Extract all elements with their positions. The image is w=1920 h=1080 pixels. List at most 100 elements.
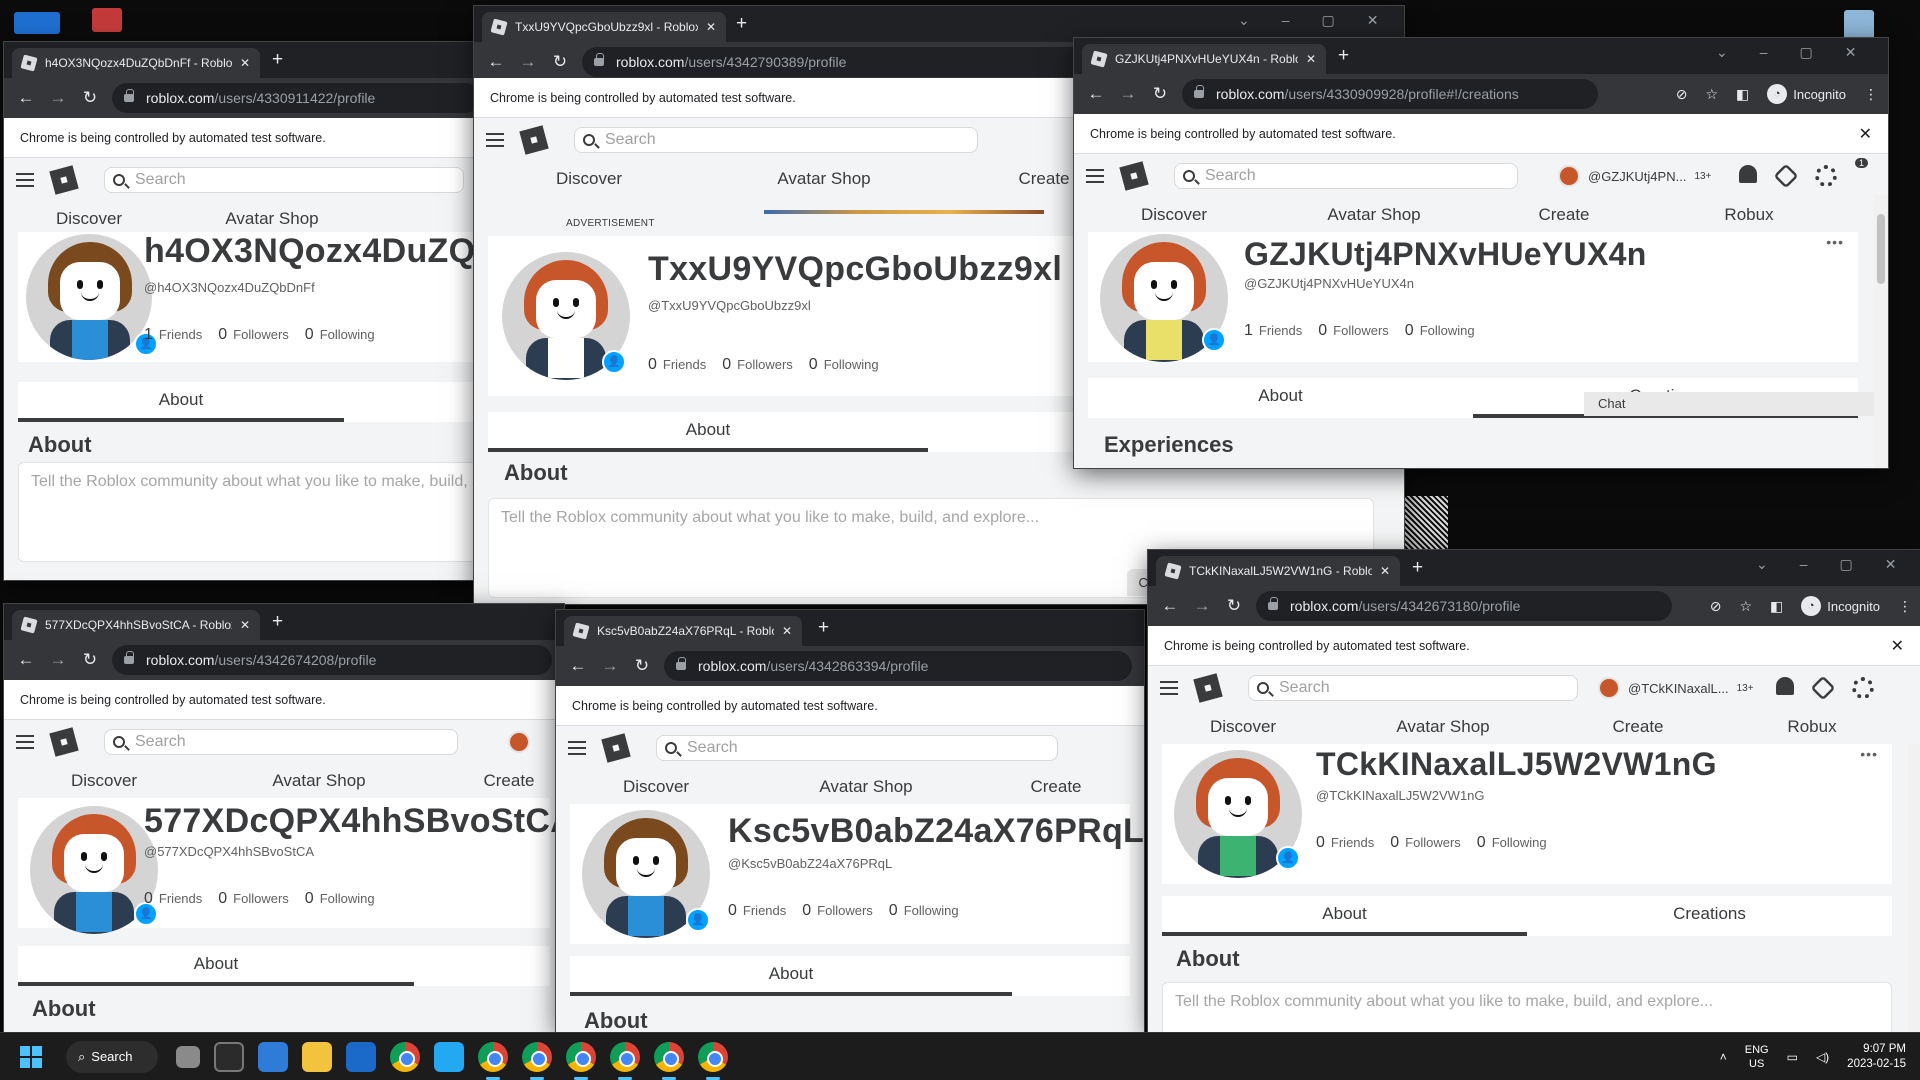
following-stat[interactable]: 0 Following — [1405, 322, 1475, 340]
browser-tab[interactable]: GZJKUtj4PNXvHUeYUX4n - Roblox ✕ — [1082, 44, 1326, 74]
nav-avatar-shop[interactable]: Avatar Shop — [1274, 198, 1474, 232]
browser-tab[interactable]: Ksc5vB0abZ24aX76PRqL - Roblox ✕ — [564, 616, 802, 646]
chrome-icon[interactable] — [566, 1041, 596, 1080]
friends-stat[interactable]: 0 Friends — [728, 902, 786, 920]
recycle-bin-icon[interactable] — [1844, 10, 1874, 40]
tab-about[interactable]: About — [18, 946, 414, 986]
nav-create[interactable]: Create — [1548, 710, 1728, 744]
vertical-scrollbar[interactable] — [1908, 744, 1920, 1032]
nav-avatar-shop[interactable]: Avatar Shop — [704, 162, 944, 196]
minimize-icon[interactable]: – — [1282, 12, 1290, 29]
search-input[interactable]: Search — [656, 735, 1058, 761]
back-icon[interactable]: ← — [1154, 596, 1186, 616]
search-input[interactable]: Search — [104, 729, 458, 755]
nav-avatar-shop[interactable]: Avatar Shop — [1338, 710, 1548, 744]
tab-about[interactable]: About — [1088, 378, 1473, 418]
forward-icon[interactable]: → — [1112, 84, 1144, 104]
bookmark-star-icon[interactable]: ☆ — [1739, 598, 1752, 615]
roblox-logo-icon[interactable] — [49, 165, 79, 195]
nav-create[interactable]: Create — [434, 764, 564, 798]
nav-avatar-shop[interactable]: Avatar Shop — [204, 764, 434, 798]
nav-create[interactable]: Create — [976, 770, 1136, 804]
more-options-icon[interactable]: ••• — [1860, 746, 1878, 762]
menu-icon[interactable] — [1086, 169, 1104, 183]
address-bar[interactable]: roblox.com/users/4342674208/profile — [112, 645, 552, 675]
search-input[interactable]: Search — [1174, 163, 1518, 189]
new-tab-icon[interactable]: + — [272, 50, 283, 70]
forward-icon[interactable]: → — [512, 52, 544, 72]
clock[interactable]: 9:07 PM 2023-02-15 — [1847, 1042, 1906, 1072]
friends-stat[interactable]: 0 Friends — [144, 890, 202, 908]
close-infobar-icon[interactable]: ✕ — [1859, 124, 1872, 144]
tab-search-icon[interactable]: ⌄ — [1756, 556, 1768, 573]
followers-stat[interactable]: 0 Followers — [802, 902, 873, 920]
incognito-indicator[interactable]: ◔ Incognito — [1767, 84, 1846, 104]
close-tab-icon[interactable]: ✕ — [706, 20, 716, 34]
forward-icon[interactable]: → — [42, 88, 74, 108]
network-icon[interactable]: ▭ — [1787, 1050, 1798, 1064]
about-textarea[interactable]: Tell the Roblox community about what you… — [18, 462, 478, 562]
search-input[interactable]: Search — [574, 127, 978, 153]
reload-icon[interactable]: ↻ — [626, 656, 658, 676]
following-stat[interactable]: 0 Following — [889, 902, 959, 920]
header-user[interactable]: @GZJKUtj4PN... 13+ — [1558, 165, 1711, 187]
taskbar-search[interactable]: ⌕ Search — [66, 1040, 158, 1073]
nav-discover[interactable]: Discover — [474, 162, 704, 196]
chat-bar[interactable]: Chat — [1584, 392, 1874, 416]
chrome-icon[interactable] — [698, 1041, 728, 1080]
close-window-icon[interactable]: ✕ — [1367, 12, 1379, 29]
minimize-icon[interactable]: – — [1800, 556, 1808, 573]
nav-discover[interactable]: Discover — [1148, 710, 1338, 744]
forward-icon[interactable]: → — [42, 650, 74, 670]
forward-icon[interactable]: → — [594, 656, 626, 676]
followers-stat[interactable]: 0 Followers — [218, 890, 289, 908]
tab-about[interactable]: About — [570, 956, 1012, 996]
nav-discover[interactable]: Discover — [1074, 198, 1274, 232]
chrome-icon[interactable] — [390, 1041, 420, 1072]
tab-search-icon[interactable]: ⌄ — [1716, 44, 1728, 61]
chrome-icon[interactable] — [610, 1041, 640, 1080]
avatar[interactable] — [26, 234, 152, 360]
reload-icon[interactable]: ↻ — [544, 52, 576, 72]
browser-tab[interactable]: TCkKINaxalLJ5W2VW1nG - Roblox ✕ — [1156, 556, 1400, 586]
followers-stat[interactable]: 0 Followers — [1390, 834, 1461, 852]
tracking-off-icon[interactable]: ⊘ — [1710, 598, 1722, 615]
back-icon[interactable]: ← — [562, 656, 594, 676]
desktop-app-icon[interactable] — [92, 8, 122, 32]
notifications-bell-icon[interactable] — [1775, 677, 1794, 695]
back-icon[interactable]: ← — [1080, 84, 1112, 104]
new-tab-icon[interactable]: + — [1338, 46, 1349, 66]
followers-stat[interactable]: 0 Followers — [218, 326, 289, 344]
followers-stat[interactable]: 0 Followers — [722, 356, 793, 374]
reload-icon[interactable]: ↻ — [74, 88, 106, 108]
maximize-icon[interactable]: ▢ — [1800, 44, 1813, 61]
language-indicator[interactable]: ENG US — [1745, 1043, 1769, 1071]
new-tab-icon[interactable]: + — [272, 612, 283, 632]
friends-stat[interactable]: 0 Friends — [1316, 834, 1374, 852]
roblox-logo-icon[interactable] — [519, 125, 549, 155]
chrome-icon[interactable] — [522, 1041, 552, 1080]
reload-icon[interactable]: ↻ — [1144, 84, 1176, 104]
nav-discover[interactable]: Discover — [556, 770, 756, 804]
robux-icon[interactable] — [1773, 163, 1799, 189]
browser-tab[interactable]: 577XDcQPX4hhSBvoStCA - Roblox ✕ — [12, 610, 260, 640]
close-window-icon[interactable]: ✕ — [1845, 44, 1857, 61]
address-bar[interactable]: roblox.com/users/4342863394/profile — [664, 651, 1132, 681]
tab-about[interactable]: About — [18, 382, 344, 422]
more-options-icon[interactable]: ••• — [1826, 234, 1844, 250]
nav-avatar-shop[interactable]: Avatar Shop — [756, 770, 976, 804]
following-stat[interactable]: 0 Following — [305, 890, 375, 908]
browser-tab[interactable]: h4OX3NQozx4DuZQbDnFf - Roblox ✕ — [12, 48, 260, 78]
close-window-icon[interactable]: ✕ — [1885, 556, 1897, 573]
menu-icon[interactable] — [16, 735, 34, 749]
following-stat[interactable]: 0 Following — [305, 326, 375, 344]
forward-icon[interactable]: → — [1186, 596, 1218, 616]
tab-about[interactable]: About — [1162, 896, 1527, 936]
nav-create[interactable]: Create — [1474, 198, 1654, 232]
volume-icon[interactable]: ◁) — [1816, 1050, 1829, 1064]
settings-gear-icon[interactable] — [1851, 677, 1874, 699]
new-tab-icon[interactable]: + — [818, 618, 829, 638]
side-panel-icon[interactable]: ◧ — [1770, 598, 1783, 615]
back-icon[interactable]: ← — [10, 650, 42, 670]
search-input[interactable]: Search — [104, 167, 464, 193]
